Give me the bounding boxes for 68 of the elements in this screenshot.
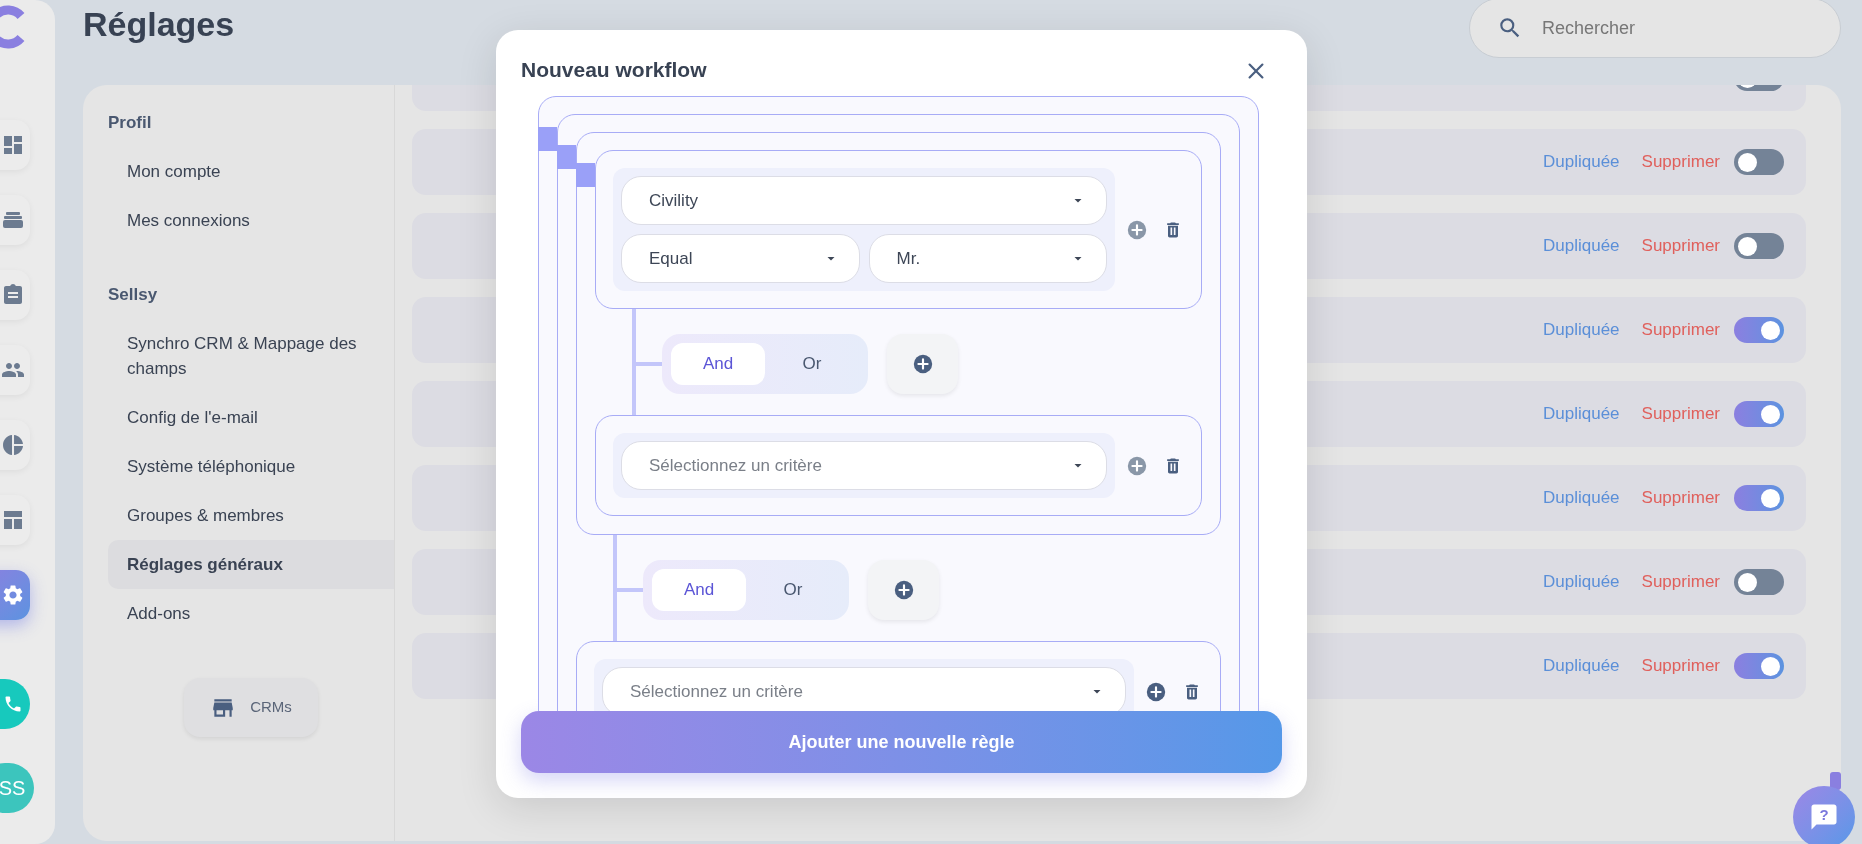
plus-icon xyxy=(912,354,933,374)
scrollbar-thumb xyxy=(1830,772,1841,790)
dialog-title: Nouveau workflow xyxy=(521,57,707,83)
phone-icon xyxy=(3,694,23,714)
toggle-switch[interactable] xyxy=(1734,149,1784,175)
add-condition-button[interactable] xyxy=(1146,681,1166,702)
plus-icon xyxy=(1127,455,1147,476)
toggle-switch[interactable] xyxy=(1734,485,1784,511)
connector-knob xyxy=(538,127,557,151)
user-avatar[interactable]: SS xyxy=(0,763,34,813)
add-rule-group-button[interactable] xyxy=(887,334,958,394)
select-field[interactable]: Civility xyxy=(621,176,1107,225)
section-heading: Sellsy xyxy=(108,284,159,306)
pie-chart-icon xyxy=(1,433,25,457)
duplicate-link[interactable]: Dupliquée xyxy=(1543,569,1620,595)
add-rule-button[interactable]: Ajouter une nouvelle règle xyxy=(521,711,1282,773)
logic-option[interactable]: Or xyxy=(765,343,859,385)
logic-option[interactable]: Or xyxy=(746,569,840,611)
toggle-switch[interactable] xyxy=(1734,401,1784,427)
toggle-switch[interactable] xyxy=(1734,317,1784,343)
connector-knob xyxy=(576,163,595,187)
settings-nav-item[interactable]: Réglages généraux xyxy=(108,540,394,589)
settings-nav-item[interactable]: Groupes & membres xyxy=(108,491,394,540)
crms-button[interactable]: CRMs xyxy=(184,678,318,737)
logic-option[interactable]: And xyxy=(671,343,765,385)
toggle-switch[interactable] xyxy=(1734,569,1784,595)
settings-nav-item[interactable]: Add-ons xyxy=(108,589,394,638)
select-field[interactable]: Mr. xyxy=(868,234,1107,283)
plus-icon xyxy=(893,580,914,600)
duplicate-link[interactable]: Dupliquée xyxy=(1543,653,1620,679)
section-heading: Profil xyxy=(108,112,153,134)
clipboard-icon xyxy=(1,283,25,307)
dashboard-icon xyxy=(1,133,25,157)
duplicate-link[interactable]: Dupliquée xyxy=(1543,149,1620,175)
delete-link[interactable]: Supprimer xyxy=(1641,653,1720,679)
settings-nav-item[interactable]: Mon compte xyxy=(108,147,394,196)
chat-bubble-icon xyxy=(1809,802,1839,832)
search-field[interactable]: Rechercher xyxy=(1469,0,1841,58)
select-field[interactable]: Sélectionnez un critère xyxy=(602,667,1126,711)
plus-icon xyxy=(1146,681,1166,702)
duplicate-link[interactable]: Dupliquée xyxy=(1543,317,1620,343)
select-field[interactable]: Equal xyxy=(621,234,860,283)
duplicate-link[interactable]: Dupliquée xyxy=(1543,401,1620,427)
delete-link[interactable]: Supprimer xyxy=(1641,233,1720,259)
delete-link[interactable]: Supprimer xyxy=(1641,401,1720,427)
settings-nav-item[interactable]: Synchro CRM & Mappage des champs xyxy=(108,319,394,393)
delete-link[interactable]: Supprimer xyxy=(1641,317,1720,343)
delete-link[interactable]: Supprimer xyxy=(1641,149,1720,175)
delete-link[interactable]: Supprimer xyxy=(1641,569,1720,595)
settings-nav-item[interactable]: Mes connexions xyxy=(108,196,394,245)
settings-nav-item[interactable]: Système téléphonique xyxy=(108,442,394,491)
duplicate-link[interactable]: Dupliquée xyxy=(1543,233,1620,259)
duplicate-link[interactable]: Dupliquée xyxy=(1543,485,1620,511)
logic-option[interactable]: And xyxy=(652,569,746,611)
toggle-switch[interactable] xyxy=(1734,653,1784,679)
help-button[interactable]: ? xyxy=(1793,786,1855,844)
settings-nav-item[interactable]: Config de l'e-mail xyxy=(108,393,394,442)
help-label: ? xyxy=(1819,804,1829,825)
connector-knob xyxy=(557,145,576,169)
delete-link[interactable]: Supprimer xyxy=(1641,485,1720,511)
settings-icon xyxy=(1,583,25,607)
toggle-switch[interactable] xyxy=(1734,233,1784,259)
layout-icon xyxy=(1,508,25,532)
close-icon xyxy=(1245,60,1267,82)
select-field[interactable]: Sélectionnez un critère xyxy=(621,441,1107,490)
plus-icon xyxy=(1127,219,1147,240)
add-rule-group-button[interactable] xyxy=(868,560,939,620)
page-title: Réglages xyxy=(83,4,235,45)
